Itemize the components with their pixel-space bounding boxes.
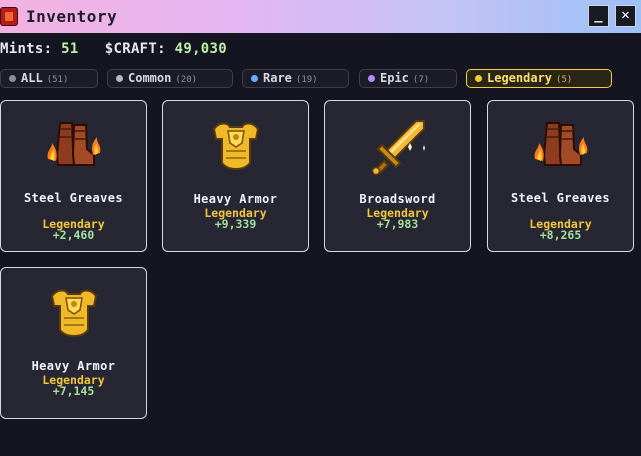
filter-count: (5): [556, 75, 573, 85]
dot-icon: [368, 75, 375, 82]
filter-count: (19): [295, 75, 318, 85]
craft-label: $CRAFT:: [104, 41, 166, 57]
filter-count: (7): [412, 75, 430, 85]
filter-count: (20): [175, 75, 198, 85]
window-titlebar[interactable]: Inventory _ ✕: [0, 0, 641, 33]
backpack-icon: [0, 7, 18, 26]
item-name: Heavy Armor: [193, 192, 278, 206]
filter-label: Legendary: [487, 71, 553, 85]
filter-label: Common: [128, 71, 172, 85]
flaming-greaves-icon: [488, 115, 633, 177]
item-card[interactable]: Heavy Armor Legendary +9,339: [162, 100, 309, 252]
golden-armor-icon: [163, 115, 308, 177]
dot-icon: [9, 75, 16, 82]
filter-legendary[interactable]: Legendary (5): [466, 69, 612, 88]
filter-epic[interactable]: Epic (7): [359, 69, 457, 88]
item-points: +7,145: [52, 384, 95, 398]
item-name: Steel Greaves: [510, 191, 611, 205]
minimize-button[interactable]: _: [588, 5, 609, 27]
item-card[interactable]: Heavy Armor Legendary +7,145: [0, 267, 147, 419]
item-card[interactable]: Broadsword Legendary +7,983: [324, 100, 471, 252]
item-name: Broadsword: [359, 192, 436, 206]
golden-armor-icon: [1, 282, 146, 344]
filter-label: Epic: [380, 71, 409, 85]
mints-value: 51: [61, 41, 79, 57]
item-card[interactable]: Steel Greaves Legendary +8,265: [487, 100, 634, 252]
filter-rare[interactable]: Rare (19): [242, 69, 349, 88]
dot-icon: [251, 75, 258, 82]
item-points: +9,339: [214, 217, 257, 231]
stats-bar: Mints: 51 $CRAFT: 49,030: [0, 41, 227, 57]
item-name: Heavy Armor: [31, 359, 116, 373]
filter-all[interactable]: ALL (51): [0, 69, 98, 88]
filter-common[interactable]: Common (20): [107, 69, 233, 88]
rarity-filter-bar: ALL (51) Common (20) Rare (19) Epic (7) Lege…: [0, 69, 641, 89]
craft-value: 49,030: [174, 41, 227, 57]
filter-count: (51): [46, 75, 69, 85]
mints-label: Mints:: [0, 41, 53, 57]
item-name: Steel Greaves: [23, 191, 124, 205]
filter-label: Rare: [263, 71, 292, 85]
item-points: +2,460: [52, 228, 95, 242]
item-points: +7,983: [376, 217, 419, 231]
flaming-greaves-icon: [1, 115, 146, 177]
filter-label: ALL: [21, 71, 43, 85]
golden-sword-icon: [325, 115, 470, 177]
item-points: +8,265: [539, 228, 582, 242]
close-button[interactable]: ✕: [615, 5, 636, 27]
dot-icon: [116, 75, 123, 82]
window-title: Inventory: [26, 7, 118, 26]
dot-icon: [475, 75, 482, 82]
item-card[interactable]: Steel Greaves Legendary +2,460: [0, 100, 147, 252]
